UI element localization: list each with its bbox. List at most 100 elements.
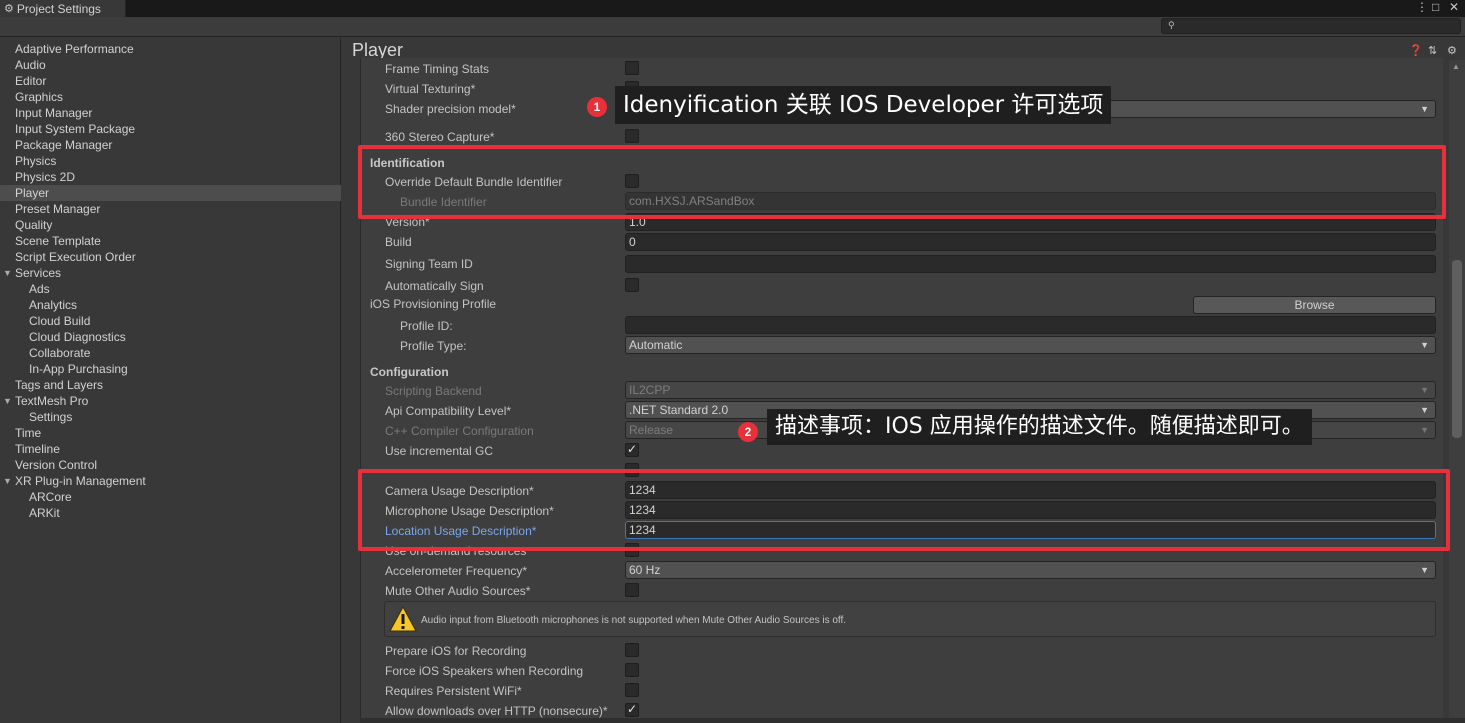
sidebar-item-xr-plug-in-management[interactable]: ▼ XR Plug-in Management [0,473,341,489]
sidebar-item-label: Scene Template [15,234,101,248]
scrollbar-thumb[interactable] [1452,260,1462,438]
frame-timing-checkbox[interactable] [625,61,639,75]
sidebar-item-cloud-diagnostics[interactable]: Cloud Diagnostics [0,329,341,345]
scroll-up-icon[interactable]: ▲ [1452,62,1460,71]
virtual-texturing-label: Virtual Texturing* [385,82,476,96]
warning-text: Audio input from Bluetooth microphones i… [421,615,847,626]
sidebar-item-physics-2d[interactable]: Physics 2D [0,169,341,185]
sidebar-item-time[interactable]: Time [0,425,341,441]
sidebar-item-arcore[interactable]: ARCore [0,489,341,505]
sidebar-item-label: ARCore [29,490,72,504]
sidebar-item-label: Ads [29,282,50,296]
sidebar-item-textmesh-pro[interactable]: ▼ TextMesh Pro [0,393,341,409]
sidebar-item-in-app-purchasing[interactable]: In-App Purchasing [0,361,341,377]
mute-audio-checkbox[interactable] [625,583,639,597]
profile-id-label: Profile ID: [400,319,453,333]
shader-precision-label: Shader precision model* [385,102,516,116]
expand-arrow-icon[interactable]: ▼ [3,473,12,489]
expand-arrow-icon[interactable]: ▼ [3,265,12,281]
profile-type-dropdown[interactable]: Automatic ▼ [625,336,1436,354]
sidebar-item-collaborate[interactable]: Collaborate [0,345,341,361]
sidebar-item-label: Cloud Build [29,314,91,328]
mute-audio-label: Mute Other Audio Sources* [385,584,531,598]
preset-icon[interactable]: ⇅ [1428,44,1437,57]
build-label: Build [385,235,412,249]
signing-team-field[interactable] [625,255,1436,273]
sidebar-item-label: In-App Purchasing [29,362,128,376]
settings-icon[interactable]: ⚙ [1447,44,1457,57]
annotation-badge-1: 1 [587,97,607,117]
frame-timing-label: Frame Timing Stats [385,62,490,76]
build-field[interactable]: 0 [625,233,1436,251]
annotation-box-identification [358,145,1446,219]
api-compat-label: Api Compatibility Level* [385,404,512,418]
sidebar-item-timeline[interactable]: Timeline [0,441,341,457]
prepare-recording-checkbox[interactable] [625,643,639,657]
incremental-gc-checkbox[interactable] [625,442,639,457]
sidebar-item-label: Preset Manager [15,202,101,216]
sidebar-item-label: Settings [29,410,73,424]
sidebar-item-label: Time [15,426,42,440]
prepare-recording-label: Prepare iOS for Recording [385,644,527,658]
incremental-gc-label: Use incremental GC [385,444,494,458]
sidebar-item-label: Audio [15,58,46,72]
sidebar-item-label: Physics 2D [15,170,76,184]
chevron-down-icon: ▼ [1420,385,1429,395]
sidebar-item-analytics[interactable]: Analytics [0,297,341,313]
sidebar-item-quality[interactable]: Quality [0,217,341,233]
gear-icon: ⚙ [4,3,14,15]
sidebar-item-settings[interactable]: Settings [0,409,341,425]
sidebar-item-package-manager[interactable]: Package Manager [0,137,341,153]
sidebar-item-physics[interactable]: Physics [0,153,341,169]
allow-http-checkbox[interactable] [625,702,639,717]
menu-icon[interactable]: ⋮ [1416,0,1428,17]
sidebar-item-label: TextMesh Pro [15,394,89,408]
cpp-compiler-label: C++ Compiler Configuration [385,424,534,438]
sidebar-item-label: XR Plug-in Management [15,474,146,488]
warning-box: Audio input from Bluetooth microphones i… [384,601,1436,637]
stereo-capture-label: 360 Stereo Capture* [385,130,495,144]
sidebar-item-input-system-package[interactable]: Input System Package [0,121,341,137]
search-input[interactable]: ⚲ [1161,18,1461,34]
sidebar-item-player[interactable]: Player [0,185,341,201]
sidebar-item-tags-and-layers[interactable]: Tags and Layers [0,377,341,393]
persistent-wifi-label: Requires Persistent WiFi* [385,684,522,698]
accelerometer-dropdown[interactable]: 60 Hz ▼ [625,561,1436,579]
annotation-callout-1: Idenyification 关联 IOS Developer 许可选项 [615,86,1112,124]
accelerometer-label: Accelerometer Frequency* [385,564,528,578]
sidebar-item-label: Adaptive Performance [15,42,134,56]
auto-sign-checkbox[interactable] [625,278,639,292]
expand-arrow-icon[interactable]: ▼ [3,393,12,409]
stereo-capture-checkbox[interactable] [625,129,639,143]
sidebar-item-label: Quality [15,218,53,232]
sidebar-item-adaptive-performance[interactable]: Adaptive Performance [0,41,341,57]
sidebar-item-ads[interactable]: Ads [0,281,341,297]
force-speakers-label: Force iOS Speakers when Recording [385,664,584,678]
chevron-down-icon: ▼ [1420,340,1429,350]
sidebar-item-label: Input System Package [15,122,136,136]
sidebar-item-arkit[interactable]: ARKit [0,505,341,521]
sidebar-item-preset-manager[interactable]: Preset Manager [0,201,341,217]
sidebar-item-version-control[interactable]: Version Control [0,457,341,473]
sidebar-item-label: Graphics [15,90,64,104]
sidebar-item-editor[interactable]: Editor [0,73,341,89]
sidebar-item-audio[interactable]: Audio [0,57,341,73]
browse-button[interactable]: Browse [1193,296,1436,314]
tab-title: Project Settings [16,1,101,16]
sidebar-item-input-manager[interactable]: Input Manager [0,105,341,121]
sidebar-item-cloud-build[interactable]: Cloud Build [0,313,341,329]
close-icon[interactable]: ✕ [1449,0,1459,17]
profile-id-field[interactable] [625,316,1436,334]
annotation-callout-2: 描述事项：IOS 应用操作的描述文件。随便描述即可。 [767,409,1312,445]
persistent-wifi-checkbox[interactable] [625,683,639,697]
help-icon[interactable]: ❓ [1409,44,1423,57]
warning-icon [389,606,417,632]
maximize-icon[interactable]: □ [1432,0,1439,17]
sidebar-item-script-execution-order[interactable]: Script Execution Order [0,249,341,265]
force-speakers-checkbox[interactable] [625,663,639,677]
tab-project-settings[interactable]: ⚙ Project Settings [0,0,126,17]
sidebar-item-services[interactable]: ▼ Services [0,265,341,281]
sidebar-item-label: Input Manager [15,106,93,120]
sidebar-item-graphics[interactable]: Graphics [0,89,341,105]
sidebar-item-scene-template[interactable]: Scene Template [0,233,341,249]
